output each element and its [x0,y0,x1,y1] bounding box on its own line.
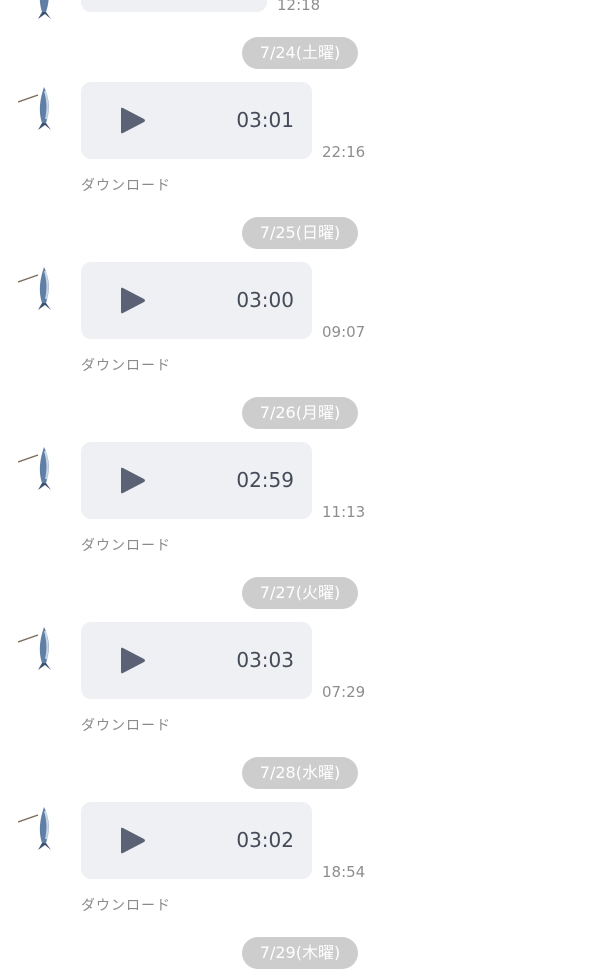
voice-message-bubble[interactable]: 03:00 [81,262,312,339]
date-separator: 7/26(月曜) [242,397,358,429]
date-separator: 7/27(火曜) [242,577,358,609]
date-separator: 7/25(日曜) [242,217,358,249]
voice-duration: 03:01 [236,108,294,132]
play-icon[interactable] [120,826,146,855]
fish-avatar-icon[interactable] [18,625,58,671]
voice-message-bubble[interactable]: 03:01 [81,82,312,159]
date-separator: 7/28(水曜) [242,757,358,789]
fish-avatar-icon[interactable] [18,445,58,491]
play-icon[interactable] [120,646,146,675]
fish-avatar-icon[interactable] [18,0,58,20]
play-icon[interactable] [120,106,146,135]
date-separator: 7/24(土曜) [242,37,358,69]
voice-message-bubble[interactable]: 03:03 [81,622,312,699]
message-timestamp: 12:18 [277,0,321,14]
download-link[interactable]: ダウンロード [81,715,171,735]
fish-avatar-icon[interactable] [18,805,58,851]
voice-message-bubble[interactable]: 02:59 [81,442,312,519]
download-link[interactable]: ダウンロード [81,355,171,375]
voice-duration: 02:59 [236,468,294,492]
message-timestamp: 22:16 [322,143,366,161]
voice-message-bubble[interactable]: 03:02 [81,802,312,879]
message-timestamp: 09:07 [322,323,366,341]
date-separator-partial: 7/29(木曜) [242,937,358,969]
voice-duration: 03:02 [236,828,294,852]
play-icon[interactable] [120,286,146,315]
fish-avatar-icon[interactable] [18,265,58,311]
message-timestamp: 07:29 [322,683,366,701]
fish-avatar-icon[interactable] [18,85,58,131]
download-link[interactable]: ダウンロード [81,535,171,555]
voice-duration: 03:00 [236,288,294,312]
play-icon[interactable] [120,466,146,495]
download-link[interactable]: ダウンロード [81,175,171,195]
voice-message-bubble-partial[interactable] [81,0,267,12]
voice-duration: 03:03 [236,648,294,672]
message-timestamp: 18:54 [322,863,366,881]
download-link[interactable]: ダウンロード [81,895,171,915]
message-timestamp: 11:13 [322,503,366,521]
